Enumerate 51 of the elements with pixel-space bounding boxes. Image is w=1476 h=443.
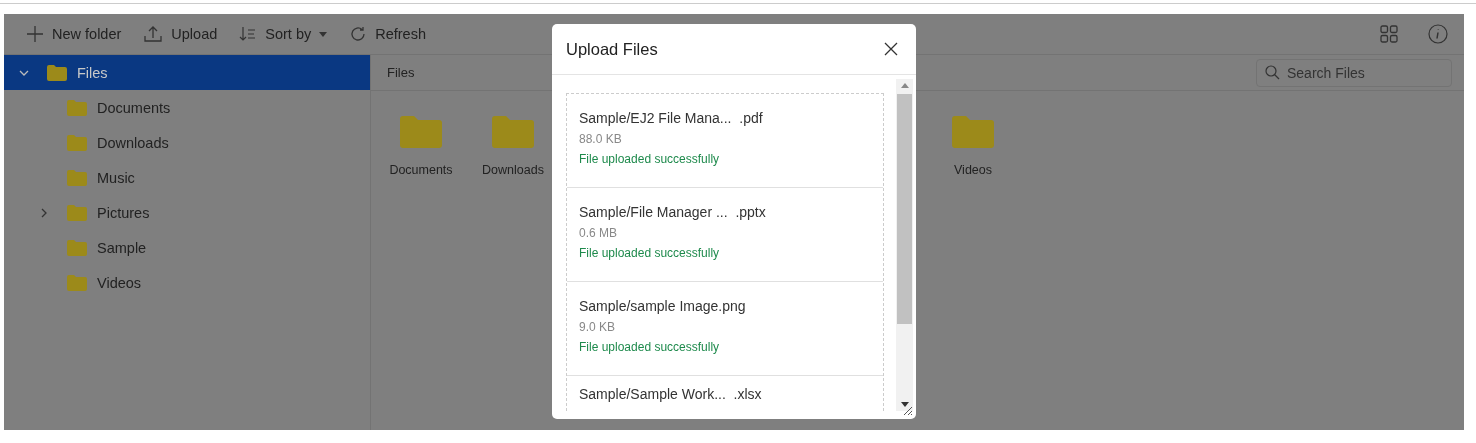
close-icon[interactable] — [884, 42, 898, 56]
tree-item[interactable]: Downloads — [4, 125, 370, 160]
folder-icon — [400, 115, 442, 149]
file-size: 9.0 KB — [579, 320, 617, 334]
tree-item[interactable]: Pictures — [4, 195, 370, 230]
tree-item[interactable]: Documents — [4, 90, 370, 125]
info-icon[interactable] — [1428, 24, 1448, 44]
plus-icon — [26, 25, 44, 43]
caret-icon — [319, 31, 328, 37]
file-size: 0.6 MB — [579, 226, 618, 240]
folder-icon — [492, 115, 534, 149]
toolbar-button[interactable]: Refresh — [345, 21, 430, 47]
toolbar-button[interactable]: Upload — [139, 21, 222, 47]
toolbar-button[interactable]: Sort by — [235, 21, 332, 47]
folder-item[interactable]: Videos — [927, 115, 1019, 177]
search-icon — [1265, 65, 1280, 80]
tree-item[interactable]: Music — [4, 160, 370, 195]
folder-icon — [67, 169, 87, 186]
folder-item[interactable]: Documents — [375, 115, 467, 177]
folder-icon — [67, 204, 87, 221]
folder-icon — [47, 64, 67, 81]
file-size: 88.0 KB — [579, 132, 623, 146]
dialog-title: Upload Files — [566, 39, 658, 59]
refresh-icon — [349, 25, 368, 43]
upload-status: File uploaded successfully — [579, 152, 721, 166]
file-name: Sample/EJ2 File Mana... .pdf — [579, 110, 764, 126]
file-name: Sample/sample Image.png — [579, 298, 747, 314]
search-field[interactable]: Search Files — [1256, 58, 1452, 87]
sort-icon — [239, 25, 258, 43]
folder-icon — [67, 274, 87, 291]
chevron-icon — [39, 207, 49, 218]
upload-status: File uploaded successfully — [579, 246, 721, 260]
file-name: Sample/File Manager ... .pptx — [579, 204, 767, 220]
folder-item[interactable]: Downloads — [467, 115, 559, 177]
tree-item[interactable]: Videos — [4, 265, 370, 300]
breadcrumb[interactable]: Files — [387, 65, 415, 80]
folder-icon — [67, 134, 87, 151]
tree-item[interactable]: Sample — [4, 230, 370, 265]
folder-icon — [67, 239, 87, 256]
upload-icon — [143, 25, 164, 43]
upload-status: File uploaded successfully — [579, 340, 721, 354]
toolbar-button[interactable]: New folder — [22, 21, 126, 47]
resize-grip-icon[interactable] — [901, 404, 913, 416]
folder-icon — [67, 99, 87, 116]
file-name: Sample/Sample Work... .xlsx — [579, 386, 763, 402]
grid-view-icon[interactable] — [1380, 25, 1398, 43]
tree-item[interactable]: Files — [4, 55, 370, 90]
scrollbar[interactable] — [896, 79, 913, 411]
scroll-up-icon[interactable] — [900, 83, 909, 88]
folder-icon — [952, 115, 994, 149]
scroll-down-icon[interactable] — [900, 402, 909, 407]
